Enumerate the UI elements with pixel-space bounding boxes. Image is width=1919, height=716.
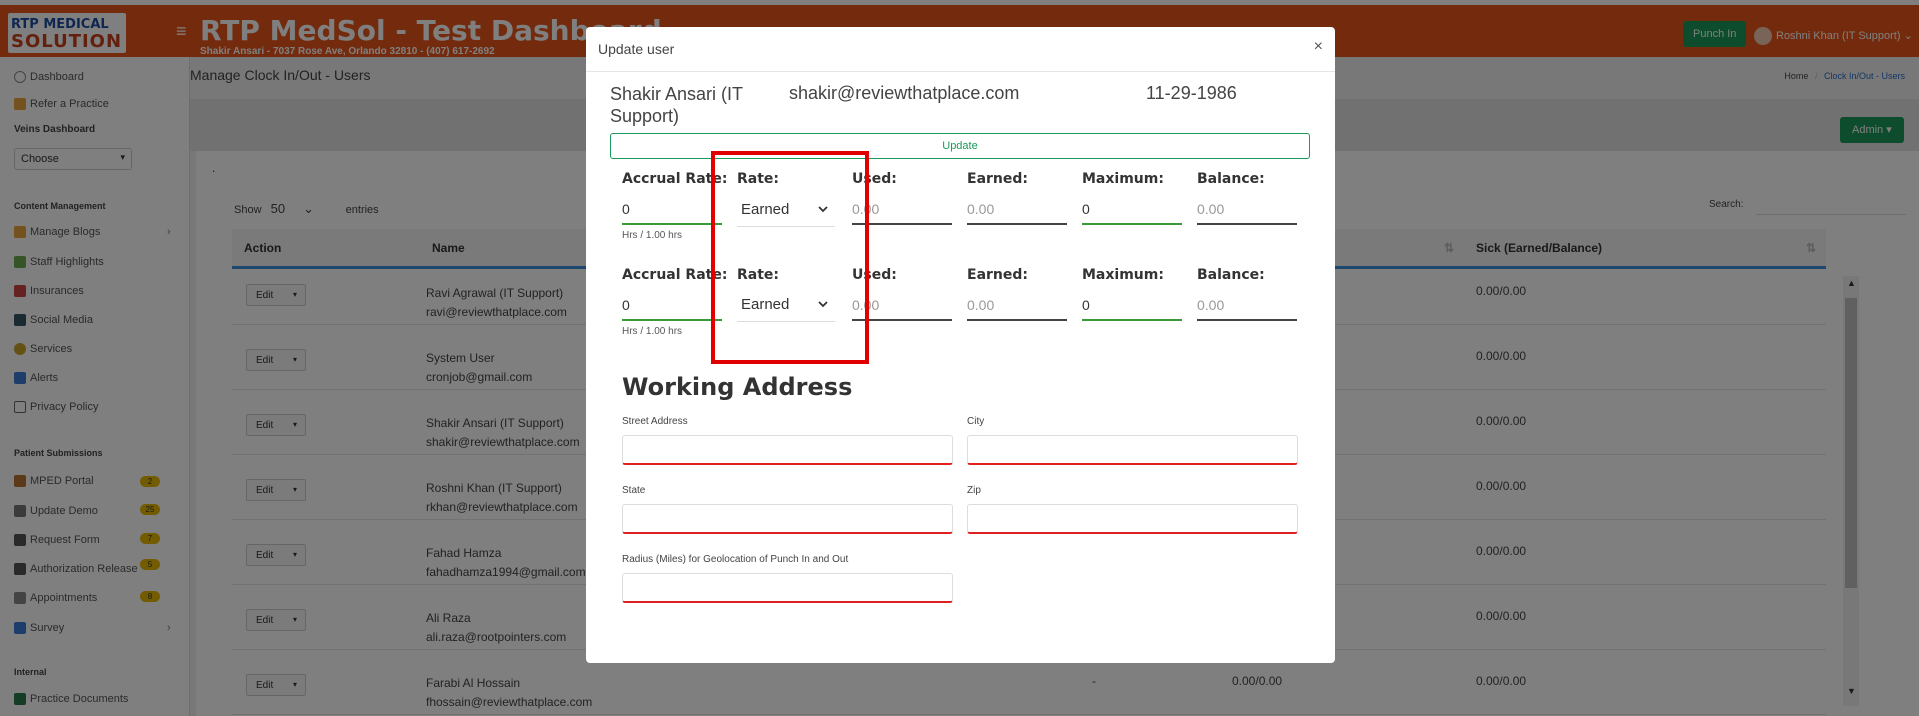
modal-title: Update user xyxy=(598,41,675,57)
maximum-label: Maximum: xyxy=(1082,171,1164,187)
street-label: Street Address xyxy=(622,416,688,427)
city-label: City xyxy=(967,416,985,427)
working-address-title: Working Address xyxy=(622,373,853,401)
user-dob: 11-29-1986 xyxy=(1146,83,1237,103)
balance-input[interactable]: 0.00 xyxy=(1197,291,1297,321)
state-input[interactable] xyxy=(622,504,953,534)
balance-label: Balance: xyxy=(1197,267,1265,283)
radius-label: Radius (Miles) for Geolocation of Punch … xyxy=(622,554,849,565)
radius-input[interactable] xyxy=(622,573,953,603)
maximum-input[interactable]: 0 xyxy=(1082,195,1182,225)
close-icon[interactable]: × xyxy=(1314,38,1323,56)
zip-input[interactable] xyxy=(967,504,1298,534)
accrual-hint: Hrs / 1.00 hrs xyxy=(622,230,683,241)
user-email: shakir@reviewthatplace.com xyxy=(789,83,1020,103)
maximum-label: Maximum: xyxy=(1082,267,1164,283)
earned-input[interactable]: 0.00 xyxy=(967,195,1067,225)
state-label: State xyxy=(622,485,646,496)
balance-input[interactable]: 0.00 xyxy=(1197,195,1297,225)
highlight-box xyxy=(711,151,869,364)
accrual-hint: Hrs / 1.00 hrs xyxy=(622,326,683,337)
balance-label: Balance: xyxy=(1197,171,1265,187)
accrual-rate-input[interactable]: 0 xyxy=(622,291,722,321)
earned-label: Earned: xyxy=(967,171,1028,187)
modal-header: Update user × xyxy=(586,27,1335,72)
earned-input[interactable]: 0.00 xyxy=(967,291,1067,321)
city-input[interactable] xyxy=(967,435,1298,465)
earned-label: Earned: xyxy=(967,267,1028,283)
update-user-modal: Update user × Shakir Ansari (IT Support)… xyxy=(586,27,1335,663)
zip-label: Zip xyxy=(967,485,981,496)
accrual-rate-input[interactable]: 0 xyxy=(622,195,722,225)
user-name: Shakir Ansari (IT Support) xyxy=(610,84,743,126)
maximum-input[interactable]: 0 xyxy=(1082,291,1182,321)
street-input[interactable] xyxy=(622,435,953,465)
